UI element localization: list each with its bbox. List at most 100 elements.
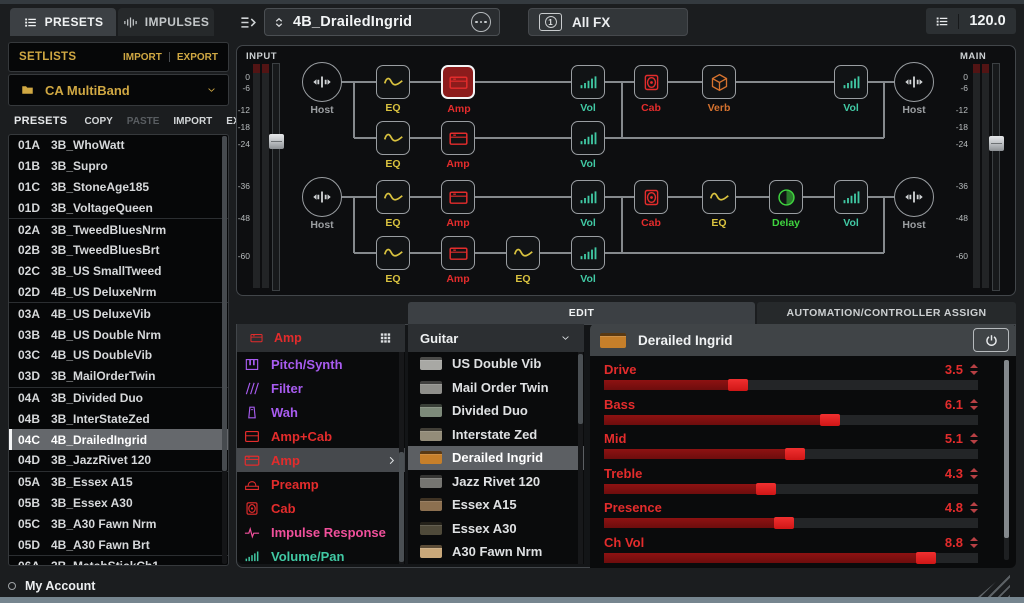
model-row[interactable]: Essex A15 [408, 493, 584, 517]
category-row[interactable]: Amp [237, 448, 405, 472]
preset-row[interactable]: 04A 3B_Divided Duo [9, 387, 228, 409]
value-stepper[interactable] [970, 399, 978, 410]
category-row[interactable]: Amp+Cab [237, 424, 405, 448]
my-account-button[interactable]: My Account [8, 576, 308, 596]
tab-impulses[interactable]: IMPULSES [118, 8, 214, 36]
setlist-dropdown[interactable]: CA MultiBand [8, 74, 229, 106]
model-scrollbar[interactable] [578, 352, 583, 564]
category-row[interactable]: Pitch/Synth [237, 352, 405, 376]
setlists-import-button[interactable]: IMPORT [123, 52, 162, 63]
tab-automation-controller-assign[interactable]: AUTOMATION/CONTROLLER ASSIGN [757, 302, 1016, 324]
value-stepper[interactable] [970, 364, 978, 375]
preset-row[interactable]: 02C 3B_US SmallTweed [9, 261, 228, 282]
tab-presets[interactable]: PRESETS [10, 8, 116, 36]
model-row[interactable]: Jazz Rivet 120 [408, 470, 584, 494]
grid-view-icon[interactable] [376, 331, 395, 345]
amp-thumbnail [420, 545, 442, 558]
power-icon [984, 333, 999, 348]
preset-row[interactable]: 05D 4B_A30 Fawn Brt [9, 534, 228, 555]
sidebar-collapse-icon[interactable] [237, 13, 260, 32]
parameter-value[interactable]: 3.5 [945, 362, 963, 377]
value-stepper[interactable] [970, 537, 978, 548]
preset-row[interactable]: 04B 3B_InterStateZed [9, 408, 228, 429]
model-filter-dropdown[interactable]: Guitar [408, 324, 584, 352]
preset-row[interactable]: 01A 3B_WhoWatt [9, 135, 228, 156]
block-bypass-button[interactable] [973, 328, 1009, 352]
value-stepper[interactable] [970, 433, 978, 444]
slider-handle[interactable] [820, 414, 840, 426]
window-resize-grip[interactable] [978, 570, 1010, 597]
parameter-value[interactable]: 8.8 [945, 535, 963, 550]
preset-row[interactable]: 06A 3B_MatchStickCh1 [9, 555, 228, 566]
impulses-waveform-icon [123, 15, 138, 30]
model-row[interactable]: Derailed Ingrid [408, 446, 584, 470]
window-top-edge [0, 0, 1024, 4]
snapshot-button[interactable]: 1 All FX [528, 8, 688, 36]
parameter-slider[interactable] [604, 553, 978, 563]
parameter-value[interactable]: 6.1 [945, 397, 963, 412]
slider-handle[interactable] [728, 379, 748, 391]
preset-list-scrollbar[interactable] [222, 136, 227, 564]
preset-row[interactable]: 02A 3B_TweedBluesNrm [9, 218, 228, 240]
model-row[interactable]: US Double Vib [408, 352, 584, 376]
model-row[interactable]: Essex A30 [408, 517, 584, 541]
category-row[interactable]: Cab [237, 496, 405, 520]
preset-row[interactable]: 03C 4B_US DoubleVib [9, 345, 228, 366]
preset-copy-button[interactable]: COPY [84, 116, 112, 127]
preset-row[interactable]: 05C 3B_A30 Fawn Nrm [9, 513, 228, 534]
parameter-value[interactable]: 5.1 [945, 431, 963, 446]
category-row[interactable]: Preamp [237, 472, 405, 496]
chevron-down-icon [205, 85, 218, 95]
tempo-display[interactable]: 120.0 [926, 8, 1016, 34]
value-stepper[interactable] [970, 468, 978, 479]
preset-row[interactable]: 03D 3B_MailOrderTwin [9, 366, 228, 387]
model-filter-label: Guitar [420, 331, 458, 346]
parameter-slider[interactable] [604, 518, 978, 528]
preset-selector[interactable]: 4B_DrailedIngrid [264, 8, 500, 36]
parameter-panel: Drive 3.5 Bass 6.1 Mid 5.1 Treble 4.3 [590, 356, 1016, 568]
setlists-export-button[interactable]: EXPORT [177, 52, 218, 63]
parameter-slider[interactable] [604, 415, 978, 425]
parameter-value[interactable]: 4.3 [945, 466, 963, 481]
category-row[interactable]: Wah [237, 400, 405, 424]
parameter-slider[interactable] [604, 484, 978, 494]
category-row[interactable]: Filter [237, 376, 405, 400]
slider-handle[interactable] [916, 552, 936, 564]
slider-handle[interactable] [785, 448, 805, 460]
preset-row[interactable]: 02B 3B_TweedBluesBrt [9, 240, 228, 261]
slider-handle[interactable] [756, 483, 776, 495]
model-row[interactable]: Divided Duo [408, 399, 584, 423]
category-scrollbar[interactable] [399, 352, 404, 564]
parameter-value[interactable]: 4.8 [945, 500, 963, 515]
category-row[interactable]: Impulse Response [237, 520, 405, 544]
preset-menu-button[interactable] [471, 12, 491, 32]
model-row[interactable]: Interstate Zed [408, 423, 584, 447]
preset-row[interactable]: 01D 3B_VoltageQueen [9, 197, 228, 218]
tab-edit[interactable]: EDIT [408, 302, 755, 324]
parameter-slider[interactable] [604, 380, 978, 390]
preset-paste-button[interactable]: PASTE [127, 116, 160, 127]
preset-import-button[interactable]: IMPORT [173, 116, 212, 127]
parameter-slider[interactable] [604, 449, 978, 459]
model-row[interactable]: A30 Fawn Nrm [408, 540, 584, 564]
preset-row[interactable]: 01B 3B_Supro [9, 156, 228, 177]
slider-handle[interactable] [774, 517, 794, 529]
preset-row[interactable]: 05B 3B_Essex A30 [9, 493, 228, 514]
category-row[interactable]: Volume/Pan [237, 544, 405, 564]
amp-thumbnail [420, 451, 442, 464]
preset-row[interactable]: 02D 4B_US DeluxeNrm [9, 282, 228, 303]
preset-row[interactable]: 05A 3B_Essex A15 [9, 471, 228, 493]
preset-prev-next-icon[interactable] [273, 13, 285, 32]
tempo-value[interactable]: 120.0 [959, 13, 1016, 29]
preset-row[interactable]: 03B 4B_US Double Nrm [9, 324, 228, 345]
value-stepper[interactable] [970, 502, 978, 513]
model-row[interactable]: Mail Order Twin [408, 376, 584, 400]
preset-row[interactable]: 04C 4B_DrailedIngrid [9, 429, 228, 450]
model-list: US Double Vib Mail Order Twin Divided Du… [408, 352, 584, 564]
amp-thumbnail [420, 428, 442, 441]
preset-row[interactable]: 04D 3B_JazzRivet 120 [9, 450, 228, 471]
preset-row[interactable]: 01C 3B_StoneAge185 [9, 177, 228, 198]
parameter-scrollbar[interactable] [1004, 360, 1009, 560]
tempo-menu-icon[interactable] [926, 14, 959, 29]
preset-row[interactable]: 03A 4B_US DeluxeVib [9, 302, 228, 324]
